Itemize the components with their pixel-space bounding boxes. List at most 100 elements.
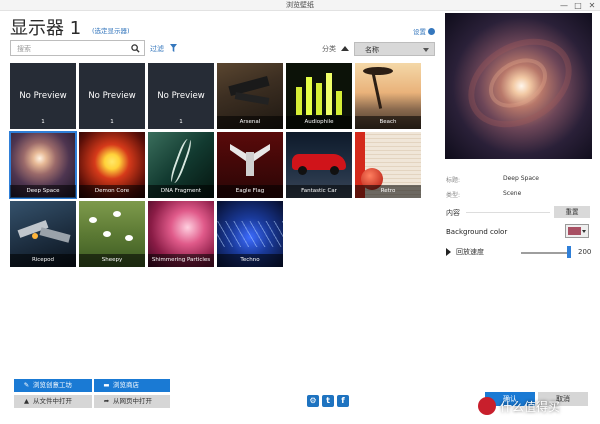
thumbnail-art <box>298 166 307 175</box>
no-preview-text: No Preview <box>88 91 136 101</box>
browse-workshop-button[interactable]: ✎ 浏览创意工坊 <box>14 379 92 392</box>
type-value: Scene <box>503 190 522 197</box>
playback-speed-label: 回放速度 <box>456 248 484 256</box>
wallpaper-tile[interactable]: No Preview 1 <box>148 63 214 129</box>
background-color-picker[interactable] <box>565 224 589 238</box>
wallpaper-label: DNA Fragment <box>148 185 214 198</box>
wallpaper-preview-image <box>445 13 592 159</box>
chevron-down-icon <box>423 48 429 52</box>
thumbnail-art <box>103 231 111 237</box>
wallpaper-tile[interactable]: Demon Core <box>79 132 145 198</box>
wallpaper-tile[interactable]: Retro <box>355 132 421 198</box>
thumbnail-art <box>296 87 302 115</box>
wallpaper-label: 1 <box>41 119 45 125</box>
playback-speed-value: 200 <box>578 248 592 256</box>
thumbnail-art <box>39 227 71 243</box>
wallpaper-tile[interactable]: Beach <box>355 63 421 129</box>
thumbnail-art <box>168 137 194 185</box>
settings-label: 设置 <box>413 28 426 36</box>
thumbnail-art <box>234 92 270 105</box>
thumbnail-art <box>330 166 339 175</box>
open-from-web-label: 从网页中打开 <box>113 397 152 405</box>
share-arrow-icon: ➦ <box>103 397 110 405</box>
wallpaper-tile[interactable]: No Preview 1 <box>79 63 145 129</box>
thumbnail-art <box>125 235 133 241</box>
thumbnail-art <box>316 83 322 115</box>
steam-icon[interactable]: ⚙ <box>307 395 319 407</box>
filter-icon <box>170 44 178 52</box>
wallpaper-tile[interactable]: DNA Fragment <box>148 132 214 198</box>
wallpaper-label: Eagle Flag <box>217 185 283 198</box>
wallpaper-label: Shimmering Particles <box>148 254 214 267</box>
no-preview-text: No Preview <box>157 91 205 101</box>
wallpaper-label: Deep Space <box>10 185 76 198</box>
sort-ascending-icon[interactable] <box>341 46 349 51</box>
slider-thumb[interactable] <box>566 246 571 258</box>
title-bar: 浏览壁纸 — □ ✕ <box>0 0 600 11</box>
wallpaper-label: Arsenal <box>217 116 283 129</box>
wallpaper-tile[interactable]: Eagle Flag <box>217 132 283 198</box>
search-input[interactable]: 搜索 <box>10 40 145 56</box>
wallpaper-tile[interactable]: Arsenal <box>217 63 283 129</box>
gear-icon <box>428 28 435 35</box>
sort-select[interactable]: 名称 <box>354 42 435 56</box>
wallpaper-tile[interactable]: Fantastic Car <box>286 132 352 198</box>
playback-speed-slider[interactable] <box>521 252 571 254</box>
facebook-icon[interactable]: f <box>337 395 349 407</box>
watermark: 什么值得买 <box>478 394 596 420</box>
wallpaper-tile[interactable]: Deep Space <box>9 131 77 199</box>
thumbnail-art <box>113 211 121 217</box>
open-from-file-label: 从文件中打开 <box>33 397 72 405</box>
settings-link[interactable]: 设置 <box>413 26 435 36</box>
color-swatch <box>568 227 581 235</box>
no-preview-text: No Preview <box>19 91 67 101</box>
open-from-web-button[interactable]: ➦ 从网页中打开 <box>94 395 170 408</box>
background-color-label: Background color <box>446 228 508 236</box>
wallpaper-label: 1 <box>179 119 183 125</box>
chevron-down-icon <box>582 230 586 233</box>
wallpaper-tile[interactable]: Shimmering Particles <box>148 201 214 267</box>
wallpaper-tile[interactable]: No Preview 1 <box>10 63 76 129</box>
thumbnail-art <box>217 221 283 247</box>
wallpaper-label: Retro <box>355 185 421 198</box>
wallpaper-label: Beach <box>355 116 421 129</box>
window-title: 浏览壁纸 <box>286 1 314 9</box>
filter-label: 过滤 <box>150 45 164 53</box>
minimize-button[interactable]: — <box>557 0 571 11</box>
wallpaper-tile[interactable]: Techno <box>217 201 283 267</box>
wallpaper-label: Demon Core <box>79 185 145 198</box>
title-value: Deep Space <box>503 175 540 182</box>
thumbnail-art <box>89 217 97 223</box>
thumbnail-art <box>306 77 312 115</box>
twitter-icon[interactable]: t <box>322 395 334 407</box>
thumbnail-art <box>246 152 254 176</box>
thumbnail-art <box>32 233 38 239</box>
browse-workshop-label: 浏览创意工坊 <box>33 381 72 389</box>
wallpaper-tile[interactable]: Audiophile <box>286 63 352 129</box>
search-placeholder: 搜索 <box>17 45 31 53</box>
thumbnail-art <box>336 91 342 115</box>
wallpaper-tile[interactable]: Sheepy <box>79 201 145 267</box>
upload-icon: ▲ <box>24 397 29 405</box>
sort-label: 分类 <box>322 45 336 53</box>
wallpaper-tile[interactable]: Ricepod <box>10 201 76 267</box>
wallpaper-label: Ricepod <box>10 254 76 267</box>
wrench-icon: ✎ <box>23 381 30 389</box>
browse-shop-button[interactable]: ▬ 浏览商店 <box>94 379 170 392</box>
open-from-file-button[interactable]: ▲ 从文件中打开 <box>14 395 92 408</box>
close-button[interactable]: ✕ <box>585 0 599 11</box>
divider <box>466 212 550 213</box>
sort-value: 名称 <box>365 46 379 54</box>
select-monitor-link[interactable]: (选定显示器) <box>92 25 130 35</box>
maximize-button[interactable]: □ <box>571 0 585 11</box>
play-icon[interactable] <box>446 248 451 256</box>
title-label: 标题: <box>446 177 461 184</box>
search-icon[interactable] <box>131 44 140 53</box>
filter-button[interactable]: 过滤 <box>150 44 178 54</box>
type-label: 类型: <box>446 192 461 199</box>
thumbnail-art <box>370 69 383 109</box>
wallpaper-label: Audiophile <box>286 116 352 129</box>
browse-shop-label: 浏览商店 <box>113 381 139 389</box>
reset-button[interactable]: 重置 <box>554 206 590 218</box>
content-label: 内容 <box>446 209 460 217</box>
